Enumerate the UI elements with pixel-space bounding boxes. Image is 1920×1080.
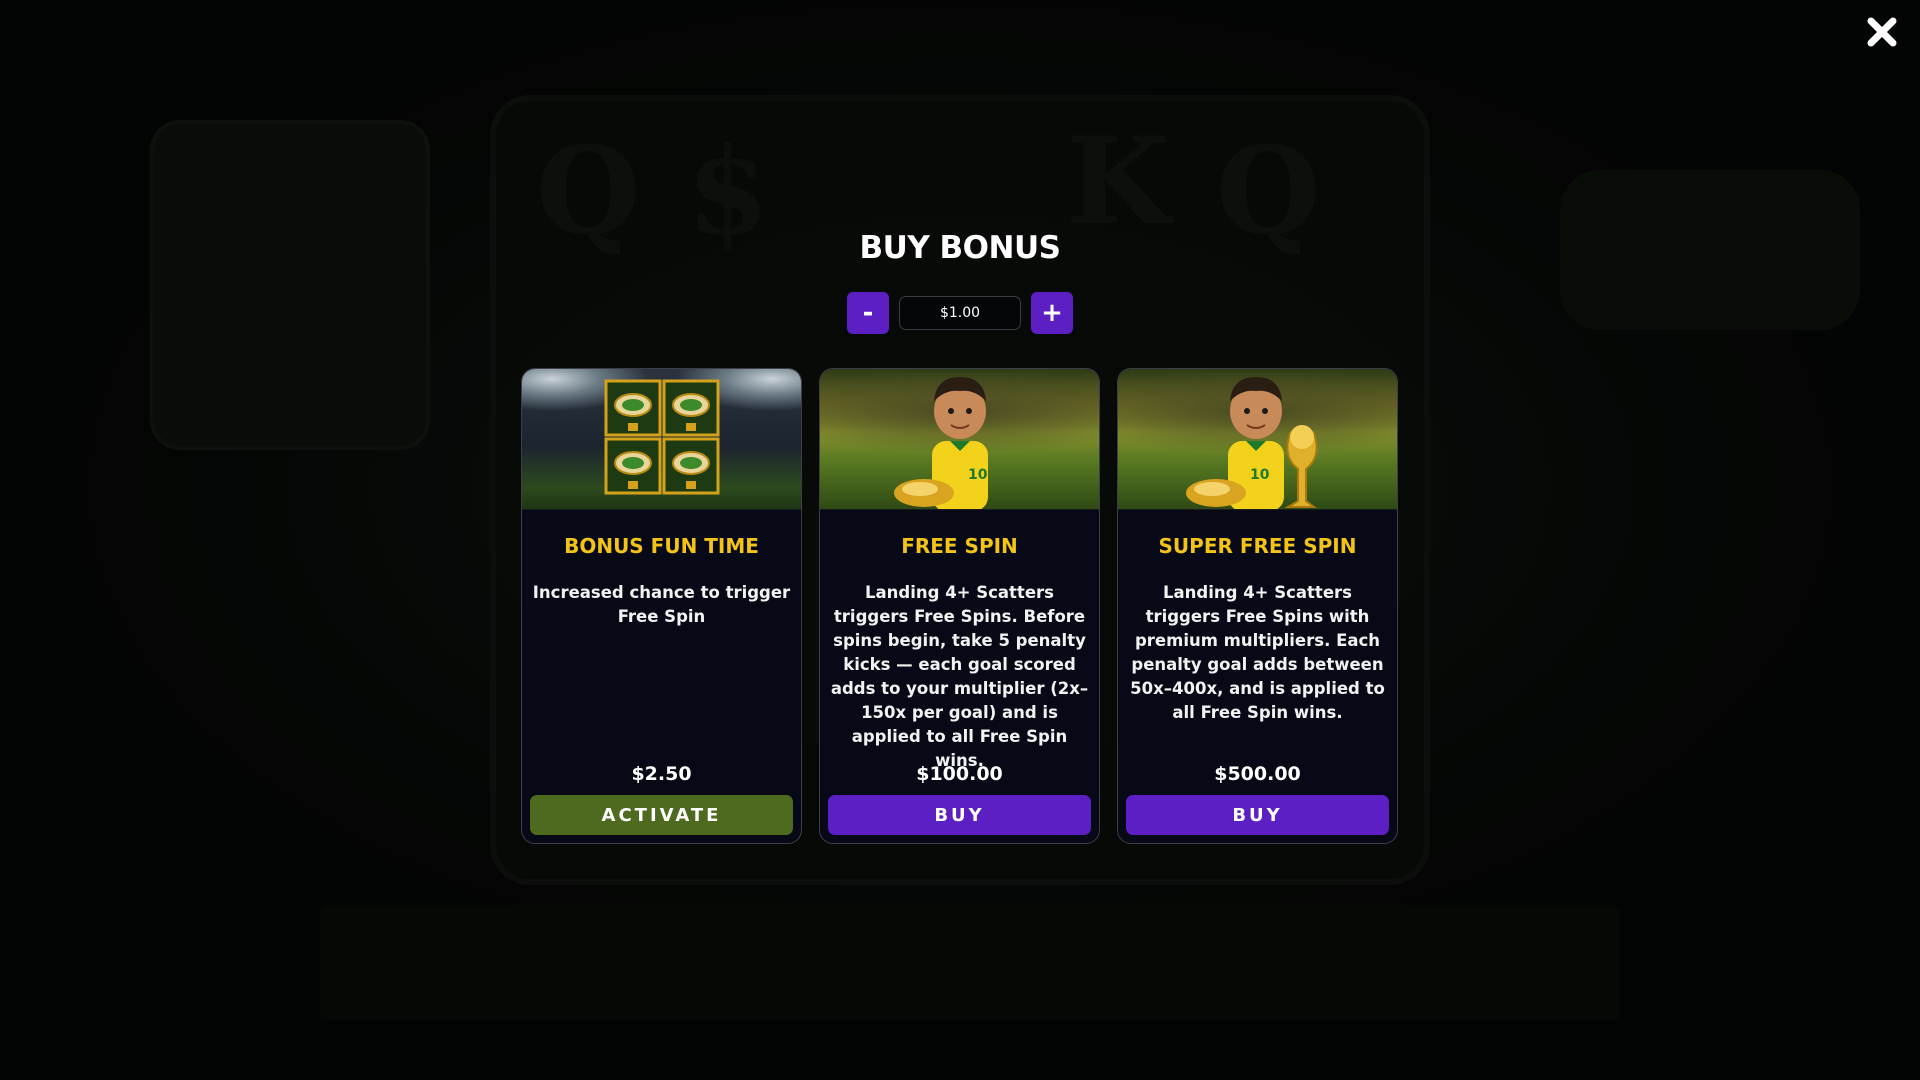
buy-button[interactable]: BUY (1126, 795, 1389, 835)
decrease-bet-button[interactable]: - (847, 292, 889, 334)
bet-value: $1.00 (899, 296, 1021, 330)
card-title: FREE SPIN (901, 534, 1018, 558)
bonus-card-bonus-fun-time: BONUS FUN TIME Increased chance to trigg… (521, 368, 802, 844)
card-price: $2.50 (631, 763, 692, 785)
svg-text:10: 10 (1250, 467, 1270, 483)
four-scatter-stadium-symbols-image (522, 369, 801, 510)
card-title: SUPER FREE SPIN (1158, 534, 1357, 558)
bonus-card-super-free-spin: 10 SUPER FREE SPIN Landing 4+ Scatters t… (1117, 368, 1398, 844)
card-description: Landing 4+ Scatters triggers Free Spins … (1130, 583, 1385, 722)
bet-stepper: - $1.00 + (847, 292, 1073, 334)
footballer-with-golden-boot-image: 10 (820, 369, 1099, 510)
card-description: Landing 4+ Scatters triggers Free Spins.… (830, 583, 1089, 770)
modal-title: BUY BONUS (859, 230, 1061, 266)
close-button[interactable] (1864, 14, 1900, 50)
buy-button[interactable]: BUY (828, 795, 1091, 835)
card-title: BONUS FUN TIME (564, 534, 759, 558)
svg-text:10: 10 (968, 467, 988, 483)
bonus-card-free-spin: 10 FREE SPIN Landing 4+ Scatters trigger… (819, 368, 1100, 844)
increase-bet-button[interactable]: + (1031, 292, 1073, 334)
card-price: $500.00 (1214, 763, 1301, 785)
card-price: $100.00 (916, 763, 1003, 785)
close-icon (1867, 17, 1897, 47)
activate-button[interactable]: ACTIVATE (530, 795, 793, 835)
footballer-with-golden-boot-and-trophy-image: 10 (1118, 369, 1397, 510)
card-description: Increased chance to trigger Free Spin (532, 583, 791, 626)
